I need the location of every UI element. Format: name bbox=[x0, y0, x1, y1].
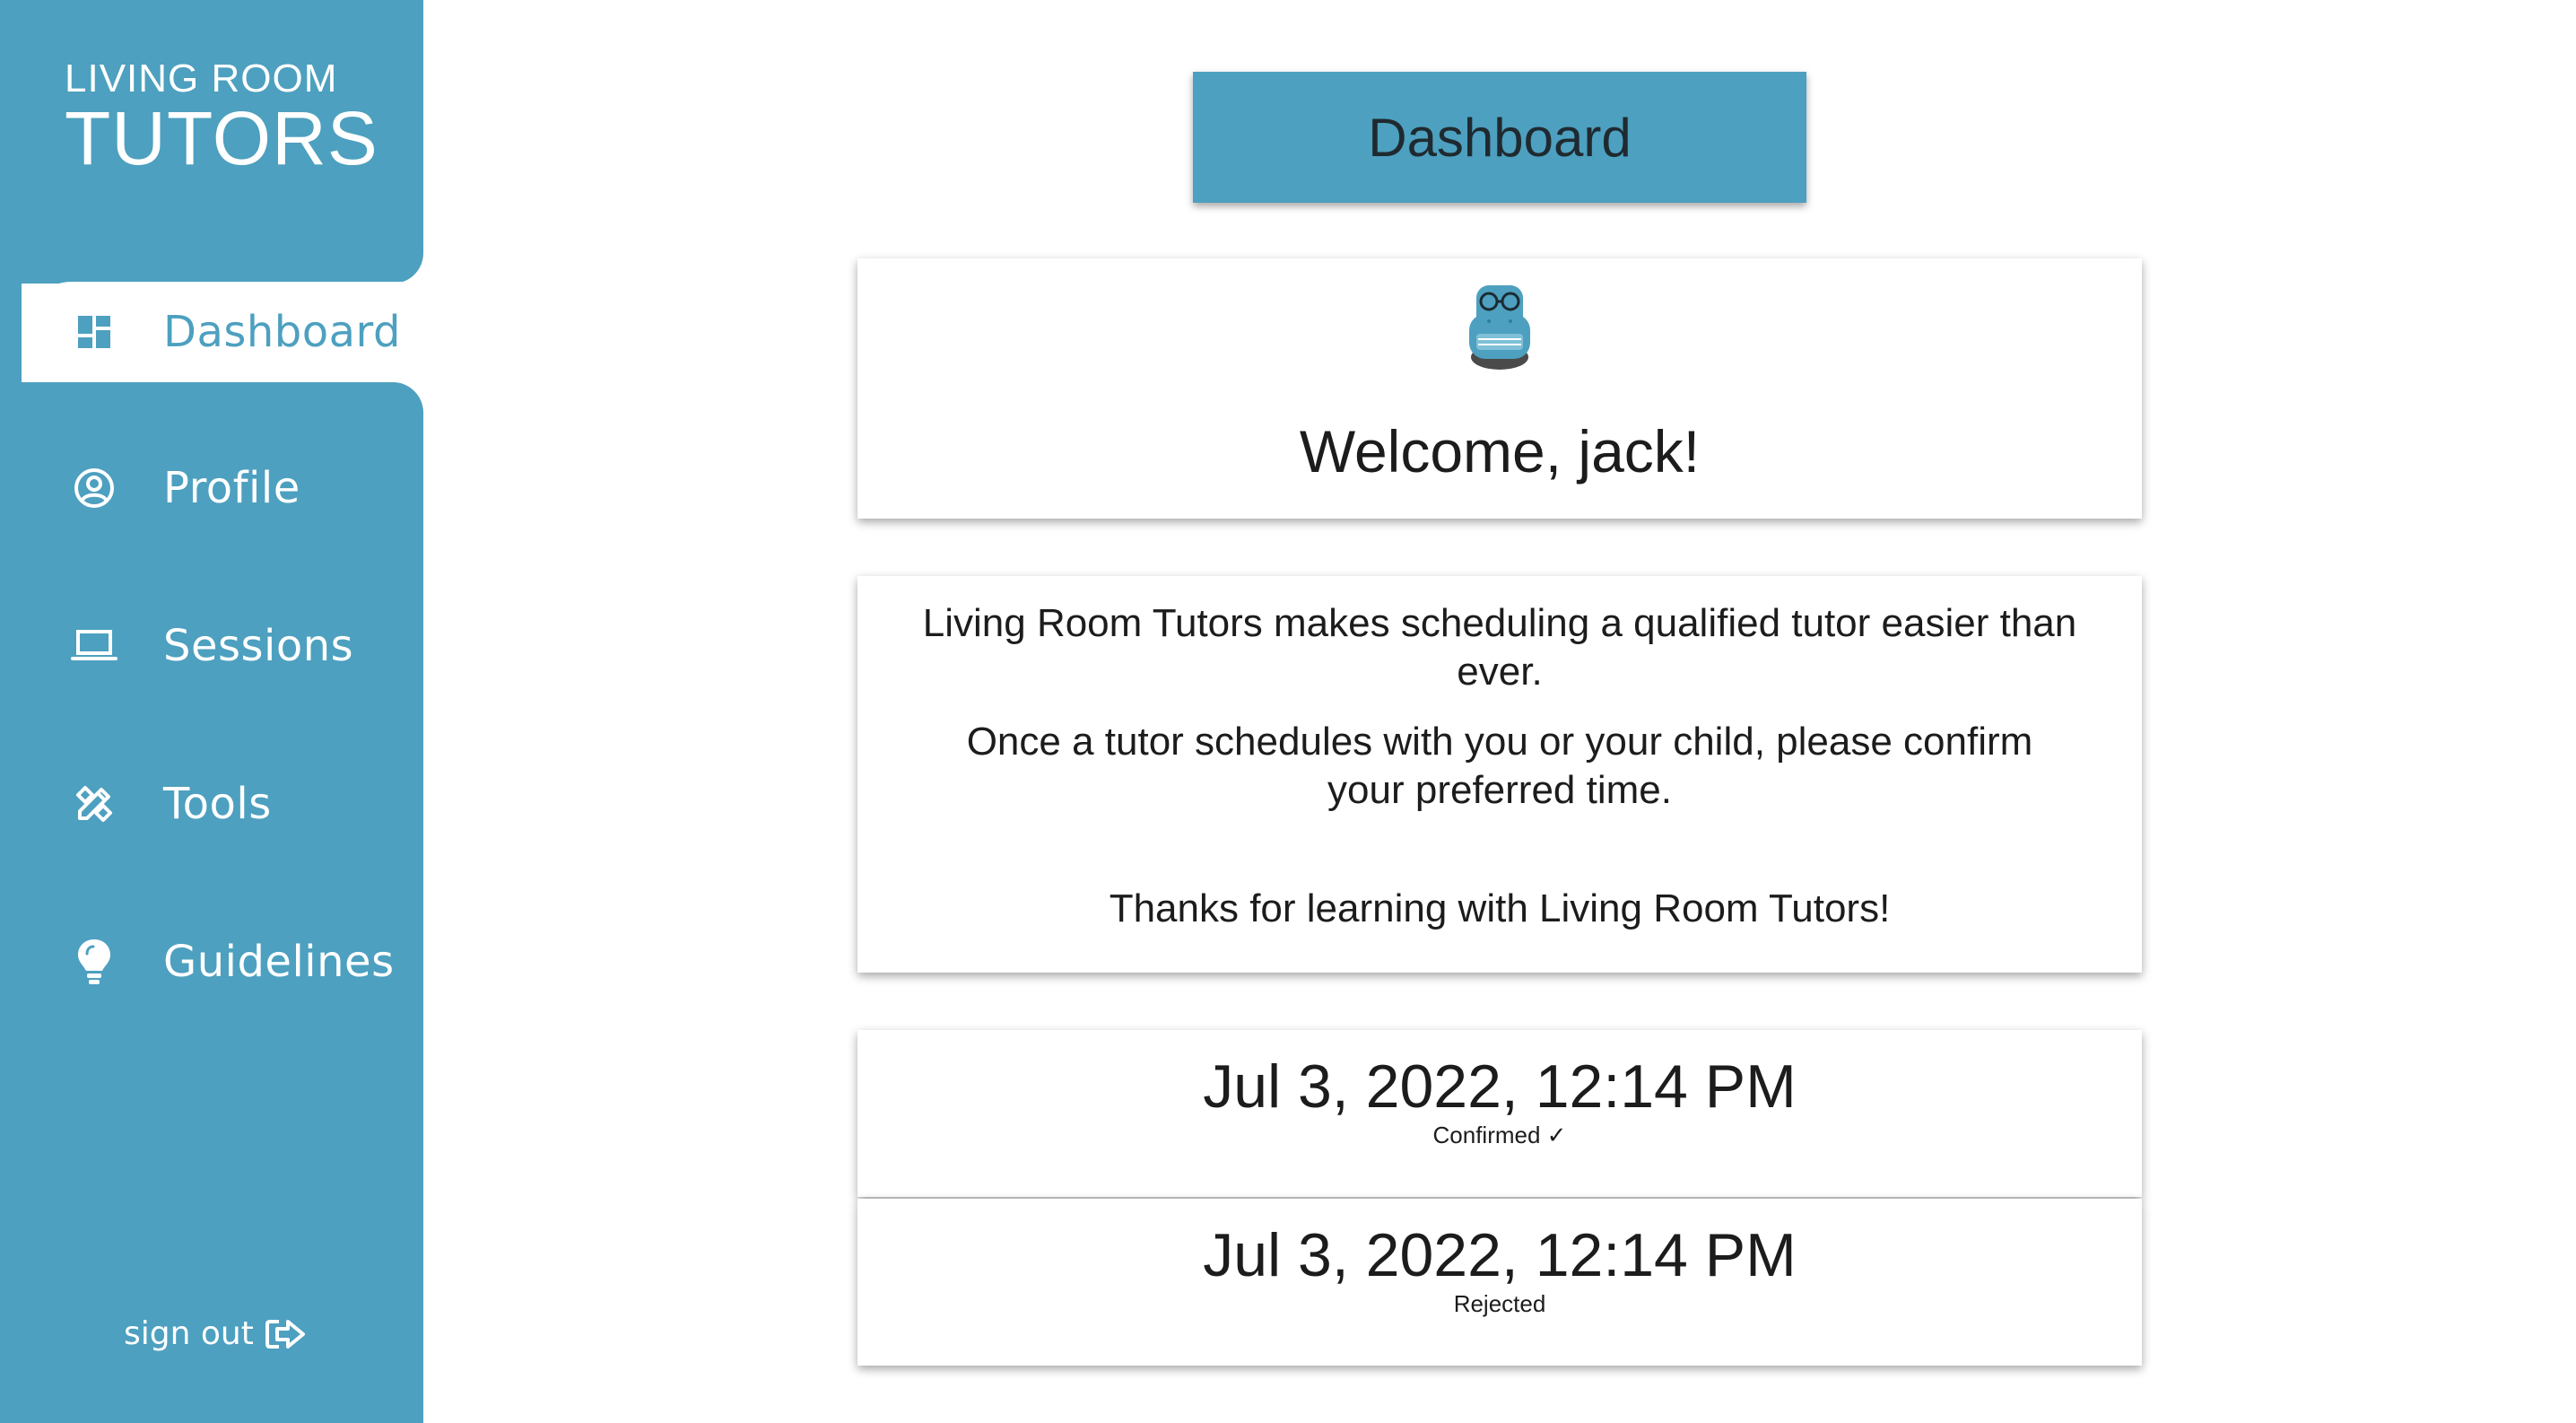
session-status: Rejected bbox=[1453, 1290, 1546, 1317]
sidebar-item-label: Tools bbox=[163, 779, 272, 829]
brand-logo[interactable]: LIVING ROOM TUTORS bbox=[65, 57, 379, 180]
brand-logo-line1: LIVING ROOM bbox=[65, 57, 338, 100]
session-card[interactable]: Jul 3, 2022, 12:14 PM Confirmed ✓ bbox=[857, 1030, 2142, 1197]
info-paragraph: Once a tutor schedules with you or your … bbox=[966, 720, 2033, 812]
sidebar-item-sessions[interactable]: Sessions bbox=[22, 596, 423, 696]
info-paragraph: Thanks for learning with Living Room Tut… bbox=[1109, 886, 1891, 930]
sidebar-item-guidelines[interactable]: Guidelines bbox=[22, 912, 423, 1012]
sidebar-item-dashboard[interactable]: Dashboard bbox=[22, 282, 423, 382]
sidebar-item-profile[interactable]: Profile bbox=[22, 438, 423, 538]
session-card[interactable]: Jul 3, 2022, 12:14 PM Rejected bbox=[857, 1199, 2142, 1366]
brand-logo-line2: TUTORS bbox=[65, 96, 379, 180]
sign-out-icon bbox=[265, 1318, 306, 1350]
user-circle-icon bbox=[66, 467, 122, 510]
laptop-icon bbox=[66, 628, 122, 664]
session-status: Confirmed ✓ bbox=[1432, 1122, 1567, 1148]
sign-out-label: sign out bbox=[124, 1315, 254, 1352]
welcome-card: Welcome, jack! bbox=[857, 258, 2142, 519]
sidebar-item-label: Dashboard bbox=[163, 307, 401, 357]
info-paragraph: Living Room Tutors makes scheduling a qu… bbox=[922, 601, 2077, 694]
sidebar: LIVING ROOM TUTORS Dashboard Profile Ses… bbox=[0, 0, 423, 1423]
sidebar-strip bbox=[0, 269, 22, 395]
sidebar-item-label: Profile bbox=[163, 463, 300, 513]
session-datetime: Jul 3, 2022, 12:14 PM bbox=[1203, 1052, 1797, 1121]
welcome-message: Welcome, jack! bbox=[1299, 418, 1701, 485]
tools-icon bbox=[66, 782, 122, 825]
sidebar-item-label: Sessions bbox=[163, 621, 354, 671]
session-datetime: Jul 3, 2022, 12:14 PM bbox=[1203, 1221, 1797, 1289]
dashboard-icon bbox=[66, 314, 122, 350]
sidebar-item-label: Guidelines bbox=[163, 937, 395, 987]
dashboard-title-button[interactable]: Dashboard bbox=[1193, 72, 1806, 203]
sign-out-button[interactable]: sign out bbox=[124, 1315, 306, 1352]
sidebar-bottom-panel bbox=[0, 382, 423, 1423]
sidebar-item-tools[interactable]: Tools bbox=[22, 754, 423, 854]
info-card: Living Room Tutors makes scheduling a qu… bbox=[857, 576, 2142, 973]
lightbulb-icon bbox=[66, 938, 122, 986]
owl-armchair-icon bbox=[1464, 284, 1536, 371]
